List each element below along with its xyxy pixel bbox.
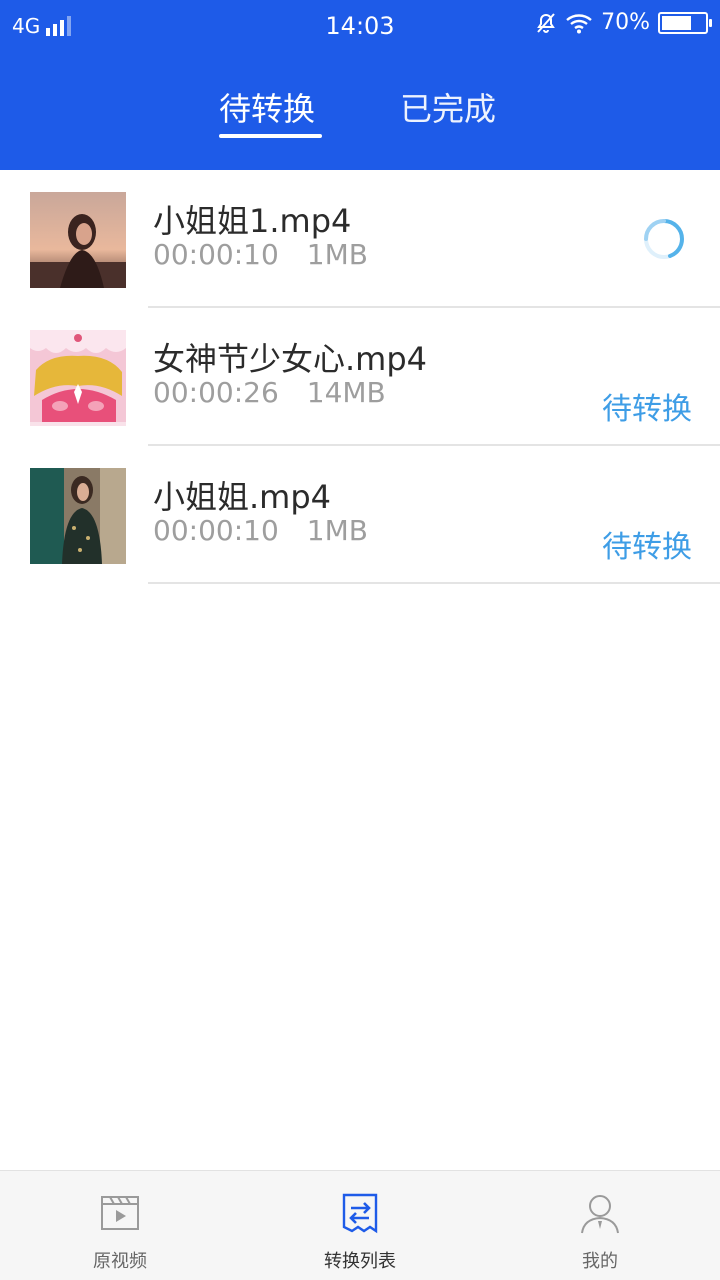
video-icon — [101, 1196, 139, 1230]
video-list: 小姐姐1.mp4 00:00:10 1MB 女神节少女心.mp4 00:00:2… — [0, 170, 720, 584]
video-duration: 00:00:10 — [153, 238, 279, 271]
nav-profile[interactable]: 我的 — [480, 1171, 720, 1280]
nav-label: 原视频 — [93, 1251, 147, 1272]
convert-status-button[interactable]: 待转换 — [602, 384, 692, 428]
video-thumbnail — [30, 468, 126, 564]
list-item[interactable]: 小姐姐.mp4 00:00:10 1MB 待转换 — [0, 446, 720, 584]
video-size: 14MB — [306, 376, 386, 409]
nav-label: 转换列表 — [324, 1251, 396, 1272]
battery-level — [662, 15, 692, 30]
video-size: 1MB — [306, 514, 368, 547]
tab-bar: 待转换 已完成 — [0, 80, 720, 170]
loading-spinner-icon — [644, 219, 685, 259]
active-tab-indicator — [219, 134, 322, 138]
video-name: 女神节少女心.mp4 — [153, 340, 428, 378]
status-bar: 4G 14:03 70% — [0, 0, 720, 52]
battery-percent: 70% — [601, 10, 650, 35]
nav-original-video[interactable]: 原视频 — [0, 1171, 240, 1280]
video-meta: 00:00:26 14MB — [153, 376, 386, 409]
video-name: 小姐姐1.mp4 — [153, 202, 352, 240]
video-meta: 00:00:10 1MB — [153, 514, 368, 547]
app-header: 4G 14:03 70% 待转换 已完成 — [0, 0, 720, 170]
video-duration: 00:00:10 — [153, 514, 279, 547]
convert-list-icon — [342, 1193, 378, 1234]
status-icons: 70% — [535, 10, 712, 35]
video-meta: 00:00:10 1MB — [153, 238, 368, 271]
nav-convert-list[interactable]: 转换列表 — [240, 1171, 480, 1280]
tab-pending[interactable]: 待转换 — [219, 84, 315, 130]
tab-completed[interactable]: 已完成 — [400, 84, 496, 130]
user-icon — [581, 1195, 619, 1234]
battery-icon — [658, 11, 712, 34]
video-thumbnail — [30, 192, 126, 288]
video-name: 小姐姐.mp4 — [153, 478, 332, 516]
video-thumbnail — [30, 330, 126, 426]
list-item[interactable]: 小姐姐1.mp4 00:00:10 1MB — [0, 170, 720, 308]
convert-status-button[interactable]: 待转换 — [602, 522, 692, 566]
bottom-navigation: 原视频 转换列表 我的 — [0, 1170, 720, 1280]
wifi-icon — [566, 13, 592, 33]
video-size: 1MB — [306, 238, 368, 271]
divider — [148, 582, 720, 584]
video-duration: 00:00:26 — [153, 376, 279, 409]
mute-bell-icon — [537, 12, 555, 33]
list-item[interactable]: 女神节少女心.mp4 00:00:26 14MB 待转换 — [0, 308, 720, 446]
nav-label: 我的 — [582, 1251, 618, 1272]
